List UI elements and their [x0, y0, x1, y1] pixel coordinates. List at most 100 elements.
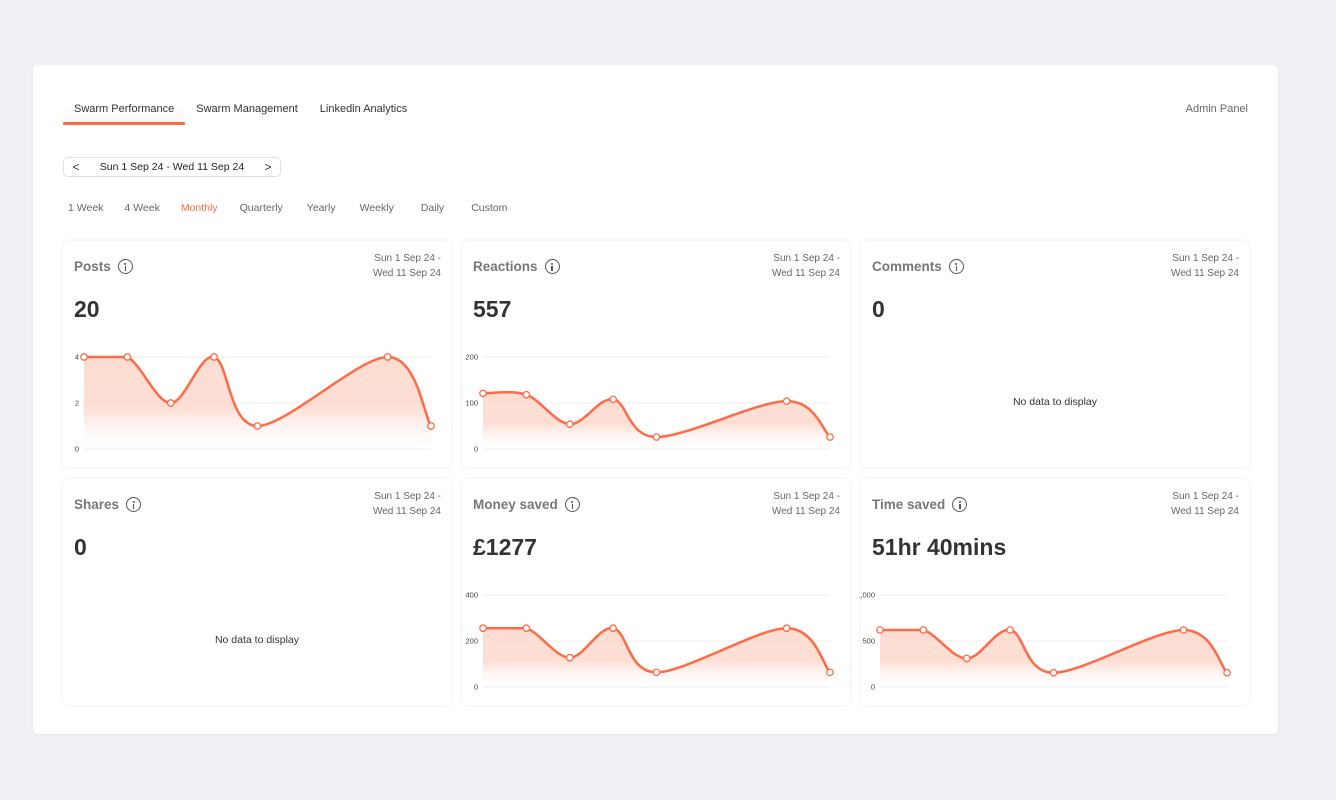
- card-title: Reactions: [473, 259, 538, 274]
- data-point[interactable]: [826, 433, 834, 441]
- data-point[interactable]: [1006, 626, 1014, 634]
- card-title: Time saved: [872, 497, 946, 512]
- card-title: Money saved: [473, 497, 558, 512]
- area-fill: [880, 629, 1227, 687]
- no-data-message: No data to display: [1012, 396, 1098, 408]
- date-range-start: Sun 1 Sep 24 -: [374, 491, 441, 502]
- data-point[interactable]: [1179, 626, 1188, 634]
- y-tick-label: 0: [474, 445, 478, 454]
- card-title: Posts: [74, 259, 111, 274]
- card-date-range: Sun 1 Sep 24 - Wed 11 Sep 24: [1171, 490, 1239, 519]
- data-point[interactable]: [609, 395, 617, 404]
- y-tick-label: 2: [75, 399, 79, 408]
- date-range-end: Wed 11 Sep 24: [771, 267, 840, 279]
- card-value: £1277: [473, 534, 537, 560]
- no-data-message: No data to display: [214, 634, 300, 646]
- card-date-range: Sun 1 Sep 24 - Wed 11 Sep 24: [1171, 252, 1239, 281]
- card-time-saved: Time saved Sun 1 Sep 24 - Wed 11 Sep 24 5…: [859, 479, 1249, 705]
- reactions-chart: 0 100 200: [465, 353, 834, 454]
- date-range-start: Sun 1 Sep 24 -: [773, 253, 840, 264]
- range-quarterly[interactable]: Quarterly: [240, 202, 283, 214]
- y-tick-label: 0: [474, 683, 478, 692]
- data-point[interactable]: [479, 389, 487, 398]
- card-date-range: Sun 1 Sep 24 - Wed 11 Sep 24: [772, 490, 840, 519]
- y-tick-label: 400: [465, 591, 478, 600]
- data-point[interactable]: [1049, 668, 1058, 677]
- admin-panel-link[interactable]: Admin Panel: [1186, 103, 1248, 115]
- card-value: 557: [473, 296, 512, 322]
- y-tick-label: 500: [862, 637, 875, 646]
- date-range-label[interactable]: Sun 1 Sep 24 - Wed 11 Sep 24: [100, 161, 244, 173]
- card-value: 0: [74, 534, 87, 560]
- card-value: 0: [872, 296, 885, 322]
- y-tick-label: 0: [871, 683, 875, 692]
- date-range-end: Wed 11 Sep 24: [771, 505, 840, 517]
- tab-swarm-management[interactable]: Swarm Management: [185, 103, 309, 125]
- data-point[interactable]: [876, 626, 884, 634]
- data-point[interactable]: [253, 422, 262, 430]
- card-title: Shares: [74, 497, 120, 512]
- data-point[interactable]: [962, 654, 971, 663]
- data-point[interactable]: [609, 624, 617, 633]
- info-icon[interactable]: [564, 497, 580, 512]
- data-point[interactable]: [1223, 668, 1231, 677]
- date-range-start: Sun 1 Sep 24 -: [1172, 253, 1239, 264]
- data-point[interactable]: [522, 624, 531, 633]
- date-range-end: Wed 11 Sep 24: [372, 267, 441, 279]
- card-comments: Comments Sun 1 Sep 24 - Wed 11 Sep 24 0 N…: [861, 241, 1249, 467]
- time-saved-chart: 0 500 1,000: [859, 591, 1231, 692]
- card-value: 20: [74, 296, 100, 322]
- data-point[interactable]: [427, 422, 435, 430]
- data-point[interactable]: [383, 353, 392, 361]
- data-point[interactable]: [565, 653, 574, 662]
- data-point[interactable]: [826, 668, 834, 677]
- money-saved-chart: 0 200 400: [465, 591, 834, 692]
- date-range-end: Wed 11 Sep 24: [372, 505, 441, 517]
- data-point[interactable]: [565, 420, 574, 429]
- date-range-end: Wed 11 Sep 24: [1170, 267, 1239, 279]
- data-point[interactable]: [166, 399, 175, 407]
- info-icon[interactable]: [544, 259, 560, 274]
- tab-swarm-performance[interactable]: Swarm Performance: [63, 103, 186, 125]
- data-point[interactable]: [210, 353, 218, 361]
- chevron-left-icon[interactable]: <: [70, 160, 82, 174]
- y-tick-label: 200: [465, 637, 478, 646]
- range-weekly[interactable]: Weekly: [360, 202, 394, 214]
- tab-bar: Swarm Performance Swarm Management Linke…: [63, 103, 418, 125]
- data-point[interactable]: [123, 353, 132, 361]
- range-monthly[interactable]: Monthly: [181, 202, 218, 214]
- card-date-range: Sun 1 Sep 24 - Wed 11 Sep 24: [373, 252, 441, 281]
- date-range-start: Sun 1 Sep 24 -: [374, 253, 441, 264]
- data-point[interactable]: [80, 353, 88, 361]
- range-custom[interactable]: Custom: [471, 202, 507, 214]
- info-icon[interactable]: [126, 497, 142, 512]
- card-reactions: Reactions Sun 1 Sep 24 - Wed 11 Sep 24 55…: [462, 241, 850, 467]
- y-tick-label: 0: [75, 445, 79, 454]
- chevron-right-icon[interactable]: >: [262, 160, 274, 174]
- range-yearly[interactable]: Yearly: [307, 202, 336, 214]
- card-posts: Posts Sun 1 Sep 24 - Wed 11 Sep 24 20 0 2 4: [63, 241, 451, 467]
- card-value: 51hr 40mins: [872, 534, 1007, 560]
- date-range-start: Sun 1 Sep 24 -: [1172, 491, 1239, 502]
- range-4-week[interactable]: 4 Week: [124, 202, 159, 214]
- data-point[interactable]: [479, 624, 487, 633]
- data-point[interactable]: [652, 668, 661, 677]
- info-icon[interactable]: [952, 497, 968, 512]
- data-point[interactable]: [782, 397, 791, 406]
- card-money-saved: Money saved Sun 1 Sep 24 - Wed 11 Sep 24 …: [462, 479, 850, 705]
- date-range-end: Wed 11 Sep 24: [1170, 505, 1239, 517]
- tab-linkedin-analytics[interactable]: Linkedin Analytics: [309, 103, 418, 125]
- range-1-week[interactable]: 1 Week: [68, 202, 103, 214]
- data-point[interactable]: [782, 624, 791, 633]
- y-tick-label: 4: [75, 353, 79, 362]
- range-daily[interactable]: Daily: [421, 202, 444, 214]
- data-point[interactable]: [919, 626, 928, 634]
- card-date-range: Sun 1 Sep 24 - Wed 11 Sep 24: [373, 490, 441, 519]
- data-point[interactable]: [522, 390, 531, 399]
- info-icon[interactable]: [948, 259, 964, 274]
- info-icon[interactable]: [117, 259, 133, 274]
- date-range-start: Sun 1 Sep 24 -: [773, 491, 840, 502]
- y-tick-label: 100: [465, 399, 478, 408]
- data-point[interactable]: [652, 433, 661, 441]
- card-shares: Shares Sun 1 Sep 24 - Wed 11 Sep 24 0 No …: [63, 479, 451, 705]
